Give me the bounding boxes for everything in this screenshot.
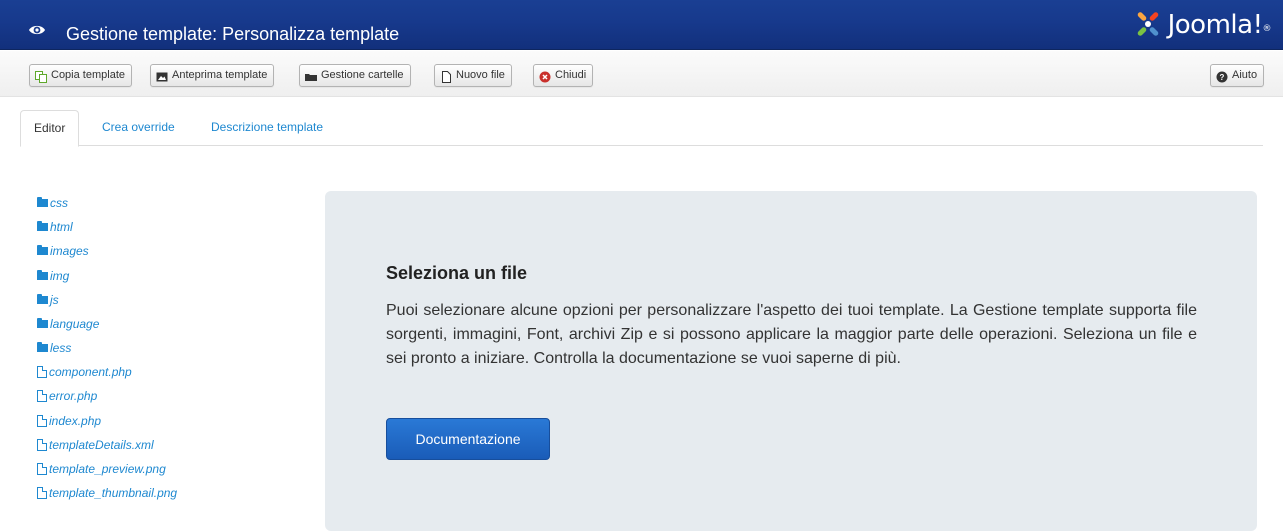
file-icon	[37, 366, 47, 378]
help-button[interactable]: ? Aiuto	[1210, 64, 1265, 87]
help-icon: ?	[1216, 70, 1228, 82]
file-item[interactable]: index.php	[37, 411, 101, 431]
picture-icon	[156, 70, 168, 82]
folder-label: images	[50, 244, 89, 258]
file-item[interactable]: templateDetails.xml	[37, 435, 154, 455]
folder-item[interactable]: language	[37, 314, 99, 334]
folder-icon	[305, 70, 317, 82]
file-icon	[37, 390, 47, 402]
documentation-button[interactable]: Documentazione	[386, 418, 550, 460]
tab-create-override[interactable]: Crea override	[102, 110, 175, 146]
copy-template-button[interactable]: Copia template	[29, 64, 132, 87]
file-icon	[37, 439, 47, 451]
folder-item[interactable]: css	[37, 193, 68, 213]
folder-icon	[37, 342, 48, 352]
svg-text:?: ?	[1220, 73, 1225, 82]
joomla-logo-icon	[1137, 12, 1158, 36]
joomla-logo[interactable]: Joomla!®	[1134, 10, 1271, 40]
folder-icon	[37, 270, 48, 280]
folder-label: js	[50, 293, 59, 307]
file-label: template_thumbnail.png	[49, 486, 178, 500]
toolbar: Copia template Anteprima template Gestio…	[0, 51, 1283, 97]
folder-icon	[37, 221, 48, 231]
help-label: Aiuto	[1232, 69, 1258, 81]
app-header: Gestione template: Personalizza template…	[0, 0, 1283, 50]
folder-icon	[37, 318, 48, 328]
tab-editor[interactable]: Editor	[20, 110, 80, 147]
preview-template-button[interactable]: Anteprima template	[150, 64, 275, 87]
select-file-panel: Seleziona un file Puoi selezionare alcun…	[325, 191, 1257, 531]
close-circle-icon	[539, 70, 551, 82]
tab-bar: Editor Crea override Descrizione templat…	[20, 110, 1263, 147]
close-button[interactable]: Chiudi	[533, 64, 594, 87]
preview-template-label: Anteprima template	[172, 69, 268, 81]
folder-item[interactable]: js	[37, 290, 59, 310]
file-icon	[37, 487, 47, 499]
folder-label: less	[50, 341, 72, 355]
tab-template-description[interactable]: Descrizione template	[211, 110, 323, 146]
folder-label: language	[50, 317, 100, 331]
new-file-label: Nuovo file	[456, 69, 505, 81]
registered-mark: ®	[1262, 24, 1272, 34]
folder-item[interactable]: img	[37, 266, 69, 286]
manage-folders-button[interactable]: Gestione cartelle	[299, 64, 411, 87]
folder-icon	[37, 197, 48, 207]
logo-text: Joomla!	[1167, 10, 1263, 40]
file-item[interactable]: template_thumbnail.png	[37, 483, 177, 503]
folder-icon	[37, 294, 48, 304]
copy-template-label: Copia template	[51, 69, 125, 81]
file-icon	[440, 70, 452, 83]
folder-icon	[37, 245, 48, 255]
file-item[interactable]: template_preview.png	[37, 459, 166, 479]
file-label: index.php	[49, 414, 102, 428]
close-label: Chiudi	[555, 69, 587, 81]
file-label: component.php	[49, 365, 132, 379]
folder-label: img	[50, 269, 70, 283]
folder-label: html	[50, 220, 73, 234]
file-item[interactable]: component.php	[37, 362, 132, 382]
file-icon	[37, 463, 47, 475]
panel-description: Puoi selezionare alcune opzioni per pers…	[386, 302, 1197, 367]
panel-heading: Seleziona un file	[386, 263, 528, 283]
file-label: template_preview.png	[49, 462, 166, 476]
folder-label: css	[50, 196, 68, 210]
eye-icon	[28, 23, 46, 42]
folder-item[interactable]: less	[37, 338, 71, 358]
copy-icon	[35, 70, 47, 83]
file-label: error.php	[49, 389, 98, 403]
folder-item[interactable]: html	[37, 217, 73, 237]
file-label: templateDetails.xml	[49, 438, 154, 452]
file-item[interactable]: error.php	[37, 386, 97, 406]
page-title: Gestione template: Personalizza template	[66, 24, 400, 44]
folder-item[interactable]: images	[37, 241, 89, 261]
file-icon	[37, 415, 47, 427]
new-file-button[interactable]: Nuovo file	[434, 64, 512, 87]
manage-folders-label: Gestione cartelle	[321, 69, 404, 81]
